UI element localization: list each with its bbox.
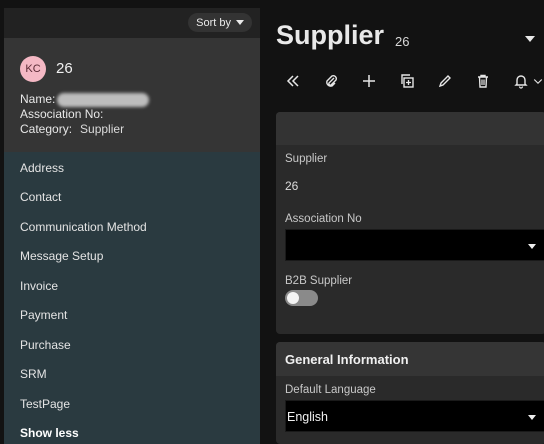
default-language-select[interactable]: English — [285, 400, 544, 432]
record-list-panel: Sort by KC 26 Name: Association No: Cate… — [4, 8, 260, 444]
default-language-label: Default Language — [285, 384, 376, 396]
bell-icon[interactable] — [510, 70, 532, 92]
record-card[interactable]: KC 26 Name: Association No: Category: Sup… — [4, 38, 260, 152]
record-id-header: 26 — [395, 34, 410, 49]
caret-down-icon — [528, 244, 536, 249]
name-label: Name: — [20, 92, 56, 106]
default-language-value: English — [287, 410, 328, 424]
name-row: Name: — [20, 92, 150, 107]
double-chevron-left-icon[interactable] — [282, 70, 304, 92]
sidebar-item-testpage[interactable]: TestPage — [20, 397, 70, 411]
b2b-supplier-label: B2B Supplier — [285, 275, 353, 287]
sidebar-item-purchase[interactable]: Purchase — [20, 338, 71, 352]
category-label: Category: — [20, 122, 73, 136]
plus-icon[interactable] — [358, 70, 380, 92]
caret-down-icon — [528, 415, 536, 420]
chevron-down-icon[interactable] — [532, 70, 544, 92]
page-title: Supplier — [276, 20, 385, 50]
supplier-value: 26 — [285, 179, 299, 193]
supplier-label: Supplier — [285, 153, 328, 165]
duplicate-icon[interactable] — [396, 70, 418, 92]
sidebar-item-address[interactable]: Address — [20, 161, 64, 175]
caret-down-icon — [236, 20, 244, 25]
record-id: 26 — [56, 60, 73, 77]
panel-header — [276, 112, 544, 145]
sidebar-item-contact[interactable]: Contact — [20, 190, 61, 204]
sort-by-label: Sort by — [196, 16, 231, 29]
avatar: KC — [20, 56, 46, 82]
sidebar-item-communication-method[interactable]: Communication Method — [20, 220, 147, 234]
toggle-knob — [287, 292, 299, 304]
sidebar-item-payment[interactable]: Payment — [20, 308, 67, 322]
general-information-panel: General Information Default Language Eng… — [276, 342, 544, 444]
general-information-header[interactable]: General Information — [276, 342, 544, 376]
supplier-details-panel: Supplier 26 Association No B2B Supplier — [276, 112, 544, 334]
record-switch-caret-icon[interactable] — [525, 36, 535, 42]
association-row: Association No: — [20, 107, 103, 121]
sidebar-item-srm[interactable]: SRM — [20, 367, 47, 381]
association-no-label: Association No — [285, 213, 362, 225]
category-row: Category: Supplier — [20, 122, 124, 136]
association-label: Association No: — [20, 107, 104, 121]
paperclip-icon[interactable] — [320, 70, 342, 92]
name-redacted — [57, 92, 150, 107]
general-information-title: General Information — [285, 352, 409, 367]
sort-by-button[interactable]: Sort by — [188, 13, 252, 32]
trash-icon[interactable] — [472, 70, 494, 92]
pencil-icon[interactable] — [434, 70, 456, 92]
sidebar-item-message-setup[interactable]: Message Setup — [20, 249, 103, 263]
show-less-link[interactable]: Show less — [20, 426, 79, 440]
sidebar-item-invoice[interactable]: Invoice — [20, 279, 58, 293]
association-no-select[interactable] — [285, 229, 544, 261]
b2b-supplier-toggle[interactable] — [285, 290, 318, 306]
category-value: Supplier — [80, 122, 125, 136]
sort-bar: Sort by — [4, 8, 260, 38]
